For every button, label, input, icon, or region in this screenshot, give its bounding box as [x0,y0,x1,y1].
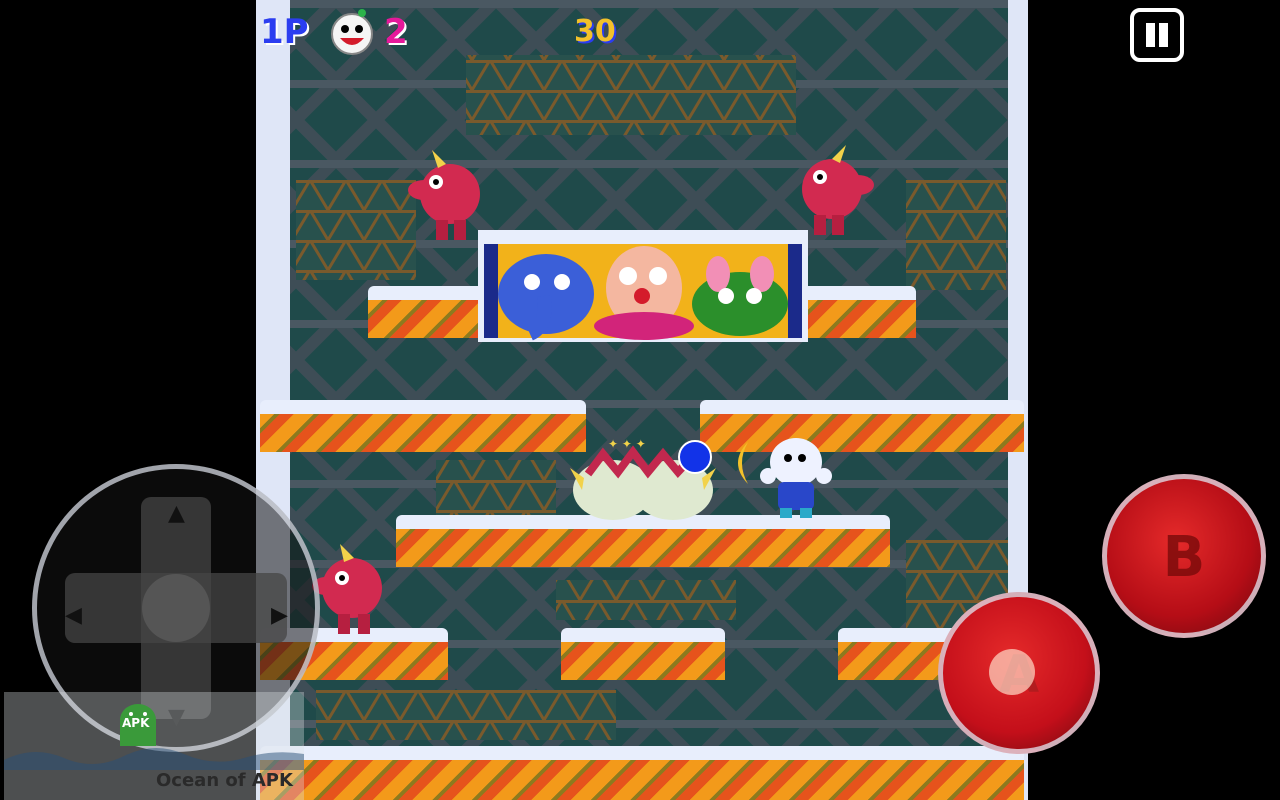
snow-shot-projectile [678,440,712,474]
snowman-lives-icon [331,9,373,55]
player-snowman-nick [760,438,832,518]
wave-graphic [4,747,304,770]
b-button-label: B [1162,525,1206,590]
watermark-banner: APK Ocean of APK [4,692,304,800]
score-value: 30 [574,14,616,49]
elephant-monster-icon [498,254,594,341]
monster-mural-panel [478,230,808,342]
a-button[interactable]: A [938,592,1100,754]
platform-bottom-center [561,628,725,680]
dpad-up-arrow[interactable]: ▲ [168,501,185,526]
dpad-left-arrow[interactable]: ◀ [65,603,82,628]
lives-count: 2 [384,12,408,52]
platform-left-upper [260,400,586,452]
game-playfield: ✦ ✦ ✦ [256,0,1028,800]
dpad-right-arrow[interactable]: ▶ [271,603,288,628]
watermark-text: Ocean of APK [156,770,293,791]
pause-button[interactable] [1130,8,1184,62]
b-button[interactable]: B [1102,474,1266,638]
svg-text:✦ ✦ ✦: ✦ ✦ ✦ [608,437,646,451]
player-label: 1P [260,12,309,52]
touch-indicator [989,649,1035,695]
apk-logo-text: APK [122,716,150,730]
red-demon-enemy-bottom-left [312,544,382,634]
red-demon-enemy-top-right [802,145,874,235]
red-demon-enemy-top-left [408,150,480,240]
floor-platform [260,746,1024,800]
crescent-effect [738,442,748,484]
